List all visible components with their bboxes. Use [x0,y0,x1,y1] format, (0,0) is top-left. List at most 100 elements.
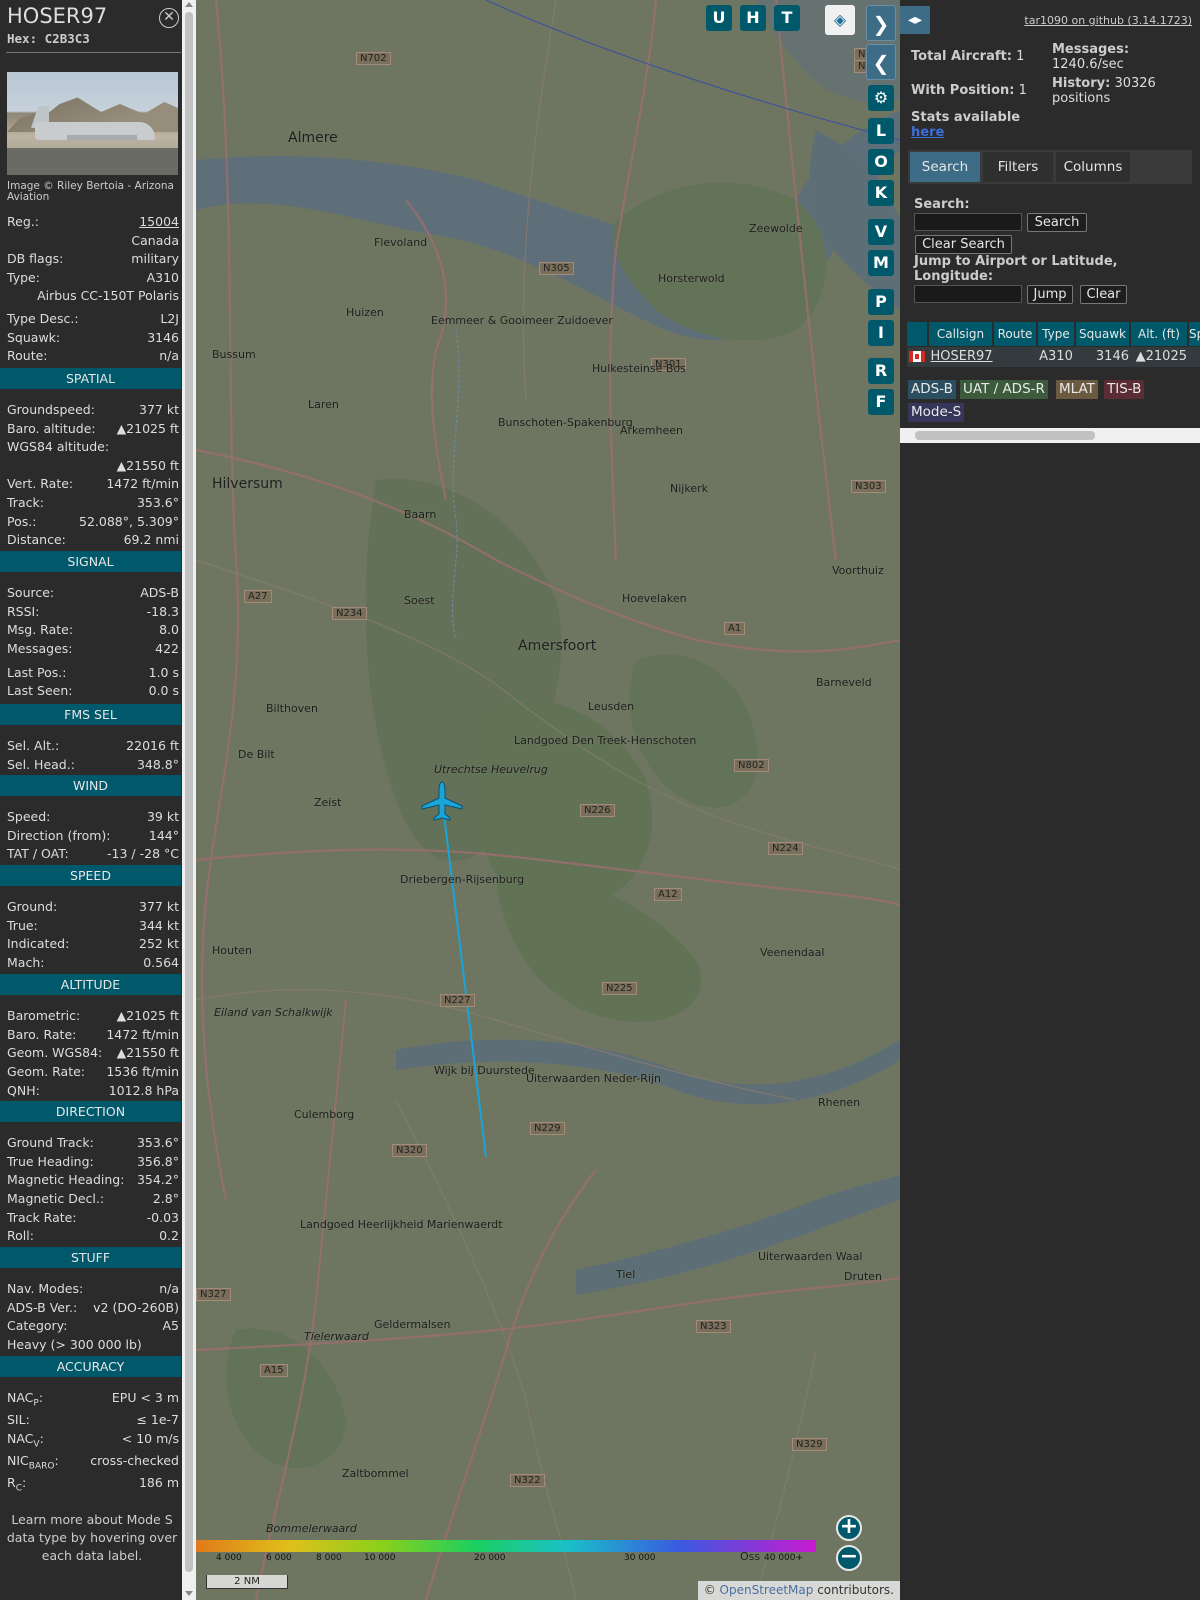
section-header-fms[interactable]: FMS SEL [0,704,181,725]
layers-button[interactable]: ◈ [825,5,855,35]
section-header-signal[interactable]: SIGNAL [0,551,181,572]
altitude-legend-tick: 6 000 [266,1553,292,1563]
map-place-label: N303 [851,480,886,493]
info-value: < 10 m/s [121,1431,179,1446]
close-icon[interactable]: ✕ [159,8,179,28]
map-button-f[interactable]: F [868,389,894,415]
info-value: 1.0 s [148,665,179,680]
clear-search-button[interactable]: Clear Search [915,235,1012,254]
info-label: Vert. Rate: [7,476,74,491]
expand-sidebar-button[interactable]: ❯ [866,5,896,41]
info-value: 422 [155,641,179,656]
map-button-k[interactable]: K [868,180,894,206]
section-header-wind[interactable]: WIND [0,775,181,796]
search-input[interactable] [914,213,1022,231]
info-label: NACP: [7,1390,44,1409]
map-button-l[interactable]: L [868,118,894,144]
info-row: True Heading: 356.8° [7,1154,179,1172]
info-row: Geom. WGS84: ▲21550 ft [7,1045,179,1063]
map-button-o[interactable]: O [868,149,894,175]
tab-search[interactable]: Search [910,152,980,182]
map-button-h[interactable]: H [740,5,766,31]
collapse-sidebar-button[interactable]: ❮ [866,44,896,80]
search-button[interactable]: Search [1027,213,1087,232]
map-place-label: N322 [510,1474,545,1487]
map-button-u[interactable]: U [706,5,732,31]
table-horizontal-scrollbar[interactable] [900,428,1200,443]
map-button-v[interactable]: V [868,219,894,245]
tab-columns[interactable]: Columns [1056,152,1130,182]
map-button-p[interactable]: P [868,289,894,315]
info-label: Baro. Rate: [7,1027,77,1042]
map-place-label: Hilversum [212,476,283,492]
section-header-speed[interactable]: SPEED [0,865,181,886]
table-header-squawk[interactable]: Squawk [1076,322,1129,346]
section-header-spatial[interactable]: SPATIAL [0,368,181,389]
info-panel-scrollbar[interactable] [182,0,196,1600]
info-label: Geom. WGS84: [7,1045,103,1060]
table-header-callsign[interactable]: Callsign [929,322,992,346]
section-header-direction[interactable]: DIRECTION [0,1101,181,1122]
legend-uat-adsr: UAT / ADS-R [960,380,1048,399]
info-label: Last Pos.: [7,665,67,680]
info-label: Type Desc.: [7,311,79,326]
map[interactable]: N702N302N305AlmereFlevolandN305Horsterwo… [196,0,900,1600]
map-tiles [196,0,900,1600]
jump-button[interactable]: Jump [1027,285,1073,304]
map-place-label: Uiterwaarden Waal [758,1250,863,1263]
info-value: 1472 ft/min [106,476,179,491]
info-row: RSSI: -18.3 [7,604,179,622]
table-header-route[interactable]: Route [994,322,1036,346]
table-header-type[interactable]: Type [1038,322,1074,346]
info-value: 377 kt [139,899,179,914]
stats-here-link[interactable]: here [911,125,944,140]
zoom-out-button[interactable]: − [836,1545,862,1571]
aircraft-photo[interactable] [7,72,178,175]
info-label: Baro. altitude: [7,421,96,436]
table-header-flag [907,322,927,346]
map-button-m[interactable]: M [868,250,894,276]
map-place-label: N234 [332,607,367,620]
table-header-altitude[interactable]: Alt. (ft) [1131,322,1187,346]
map-place-label: Bussum [212,348,256,361]
map-place-label: N225 [602,982,637,995]
section-header-accuracy[interactable]: ACCURACY [0,1356,181,1377]
tab-filters[interactable]: Filters [983,152,1053,182]
jump-input[interactable] [914,285,1022,303]
settings-button[interactable]: ⚙ [868,85,894,111]
section-header-altitude[interactable]: ALTITUDE [0,974,181,995]
clear-button[interactable]: Clear [1080,285,1127,304]
info-row: Sel. Head.: 348.8° [7,757,179,775]
info-label: Mach: [7,955,45,970]
info-label: Category: [7,1318,68,1333]
map-place-label: Hulkesteinse Bos [592,362,686,375]
row-altitude: ▲21025 [1135,349,1187,364]
map-place-label: Eemmeer & Gooimeer Zuidoever [431,314,613,327]
map-place-label: Voorthuiz [832,564,884,577]
info-row: SIL: ≤ 1e-7 [7,1412,179,1430]
info-row: WGS84 altitude: [7,439,179,457]
zoom-in-button[interactable]: + [836,1515,862,1541]
info-row: Ground Track: 353.6° [7,1135,179,1153]
info-label: WGS84 altitude: [7,439,110,454]
map-place-label: A12 [654,888,682,901]
map-button-t[interactable]: T [774,5,800,31]
map-button-i[interactable]: I [868,320,894,346]
info-label: Messages: [7,641,73,656]
registration-link[interactable]: 15004 [139,214,179,229]
info-row: Pos.: 52.088°, 5.309° [7,514,179,532]
info-row: Indicated: 252 kt [7,936,179,954]
section-header-stuff[interactable]: STUFF [0,1247,181,1268]
osm-link[interactable]: OpenStreetMap [720,1583,814,1597]
github-link[interactable]: tar1090 on github (3.14.1723) [1024,14,1192,27]
map-place-label: Leusden [588,700,635,713]
toggle-sidebar-button[interactable]: ◂▸ [900,6,930,34]
map-button-r[interactable]: R [868,358,894,384]
map-place-label: Tielerwaard [304,1330,369,1343]
row-callsign[interactable]: HOSER97 [929,348,994,366]
info-value: ≤ 1e-7 [136,1412,179,1427]
info-row: Groundspeed: 377 kt [7,402,179,420]
info-row: Route: n/a [7,348,179,366]
info-label: Type: [7,270,40,285]
table-header-speed[interactable]: Sp [1189,322,1200,346]
